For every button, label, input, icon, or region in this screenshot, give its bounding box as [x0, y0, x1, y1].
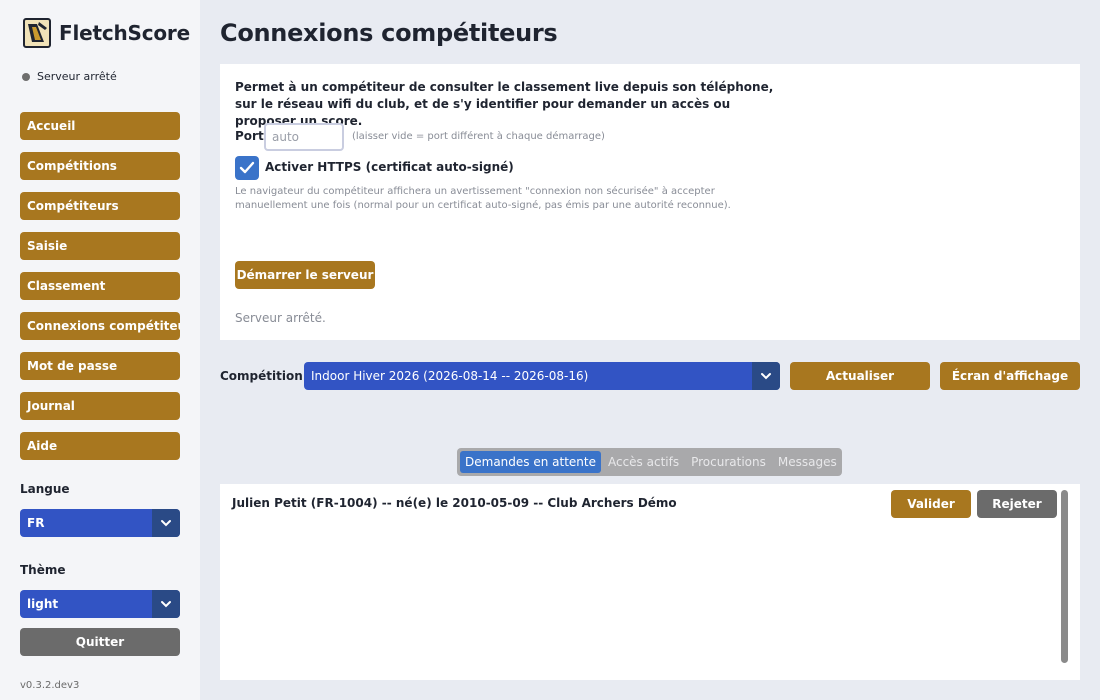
checkmark-icon: [239, 161, 255, 174]
sidebar: FletchScore Serveur arrêté Accueil Compé…: [0, 0, 200, 700]
tab-proxies[interactable]: Procurations: [686, 451, 771, 473]
port-input[interactable]: [264, 123, 344, 151]
tab-pending-requests[interactable]: Demandes en attente: [460, 451, 601, 473]
requests-tabs: Demandes en attente Accès actifs Procura…: [457, 448, 842, 476]
language-select-value: FR: [27, 516, 45, 530]
nav-accueil-button[interactable]: Accueil: [20, 112, 180, 140]
https-checkbox[interactable]: [235, 156, 259, 180]
https-warning: Le navigateur du compétiteur affichera u…: [235, 186, 731, 211]
competition-label: Compétition :: [220, 369, 312, 383]
nav-classement-button[interactable]: Classement: [20, 272, 180, 300]
app-version: v0.3.2.dev3: [20, 680, 80, 691]
nav-competiteurs-button[interactable]: Compétiteurs: [20, 192, 180, 220]
quit-button[interactable]: Quitter: [20, 628, 180, 656]
display-screen-button[interactable]: Écran d'affichage: [940, 362, 1080, 390]
theme-select-value: light: [27, 597, 59, 611]
fletchscore-logo-icon: [23, 18, 51, 48]
validate-button[interactable]: Valider: [891, 490, 971, 518]
nav-mot-de-passe-button[interactable]: Mot de passe: [20, 352, 180, 380]
list-item: Julien Petit (FR-1004) -- né(e) le 2010-…: [232, 496, 677, 510]
competition-select-value: Indoor Hiver 2026 (2026-08-14 -- 2026-08…: [311, 369, 589, 383]
server-status-indicator: Serveur arrêté: [22, 70, 117, 83]
list-scrollbar[interactable]: [1061, 490, 1068, 663]
language-select[interactable]: FR: [20, 509, 180, 537]
competition-select[interactable]: Indoor Hiver 2026 (2026-08-14 -- 2026-08…: [304, 362, 780, 390]
status-dot-icon: [22, 72, 30, 81]
chevron-down-icon[interactable]: [152, 509, 180, 537]
app-title: FletchScore: [59, 21, 190, 45]
theme-label: Thème: [20, 563, 66, 577]
theme-select[interactable]: light: [20, 590, 180, 618]
nav-connexions-competiteurs-button[interactable]: Connexions compétiteurs: [20, 312, 180, 340]
port-label: Port: [235, 129, 264, 143]
server-status-text: Serveur arrêté.: [235, 311, 326, 325]
start-server-button[interactable]: Démarrer le serveur: [235, 261, 375, 289]
nav-saisie-button[interactable]: Saisie: [20, 232, 180, 260]
https-label[interactable]: Activer HTTPS (certificat auto-signé): [265, 160, 514, 174]
reject-button[interactable]: Rejeter: [977, 490, 1057, 518]
tab-messages[interactable]: Messages: [773, 451, 842, 473]
page-title: Connexions compétiteurs: [220, 19, 558, 47]
tab-active-access[interactable]: Accès actifs: [603, 451, 684, 473]
nav-journal-button[interactable]: Journal: [20, 392, 180, 420]
nav-aide-button[interactable]: Aide: [20, 432, 180, 460]
nav-competitions-button[interactable]: Compétitions: [20, 152, 180, 180]
refresh-button[interactable]: Actualiser: [790, 362, 930, 390]
chevron-down-icon[interactable]: [152, 590, 180, 618]
language-label: Langue: [20, 482, 70, 496]
server-status-label: Serveur arrêté: [37, 70, 117, 83]
port-hint: (laisser vide = port différent à chaque …: [352, 131, 605, 142]
chevron-down-icon[interactable]: [752, 362, 780, 390]
